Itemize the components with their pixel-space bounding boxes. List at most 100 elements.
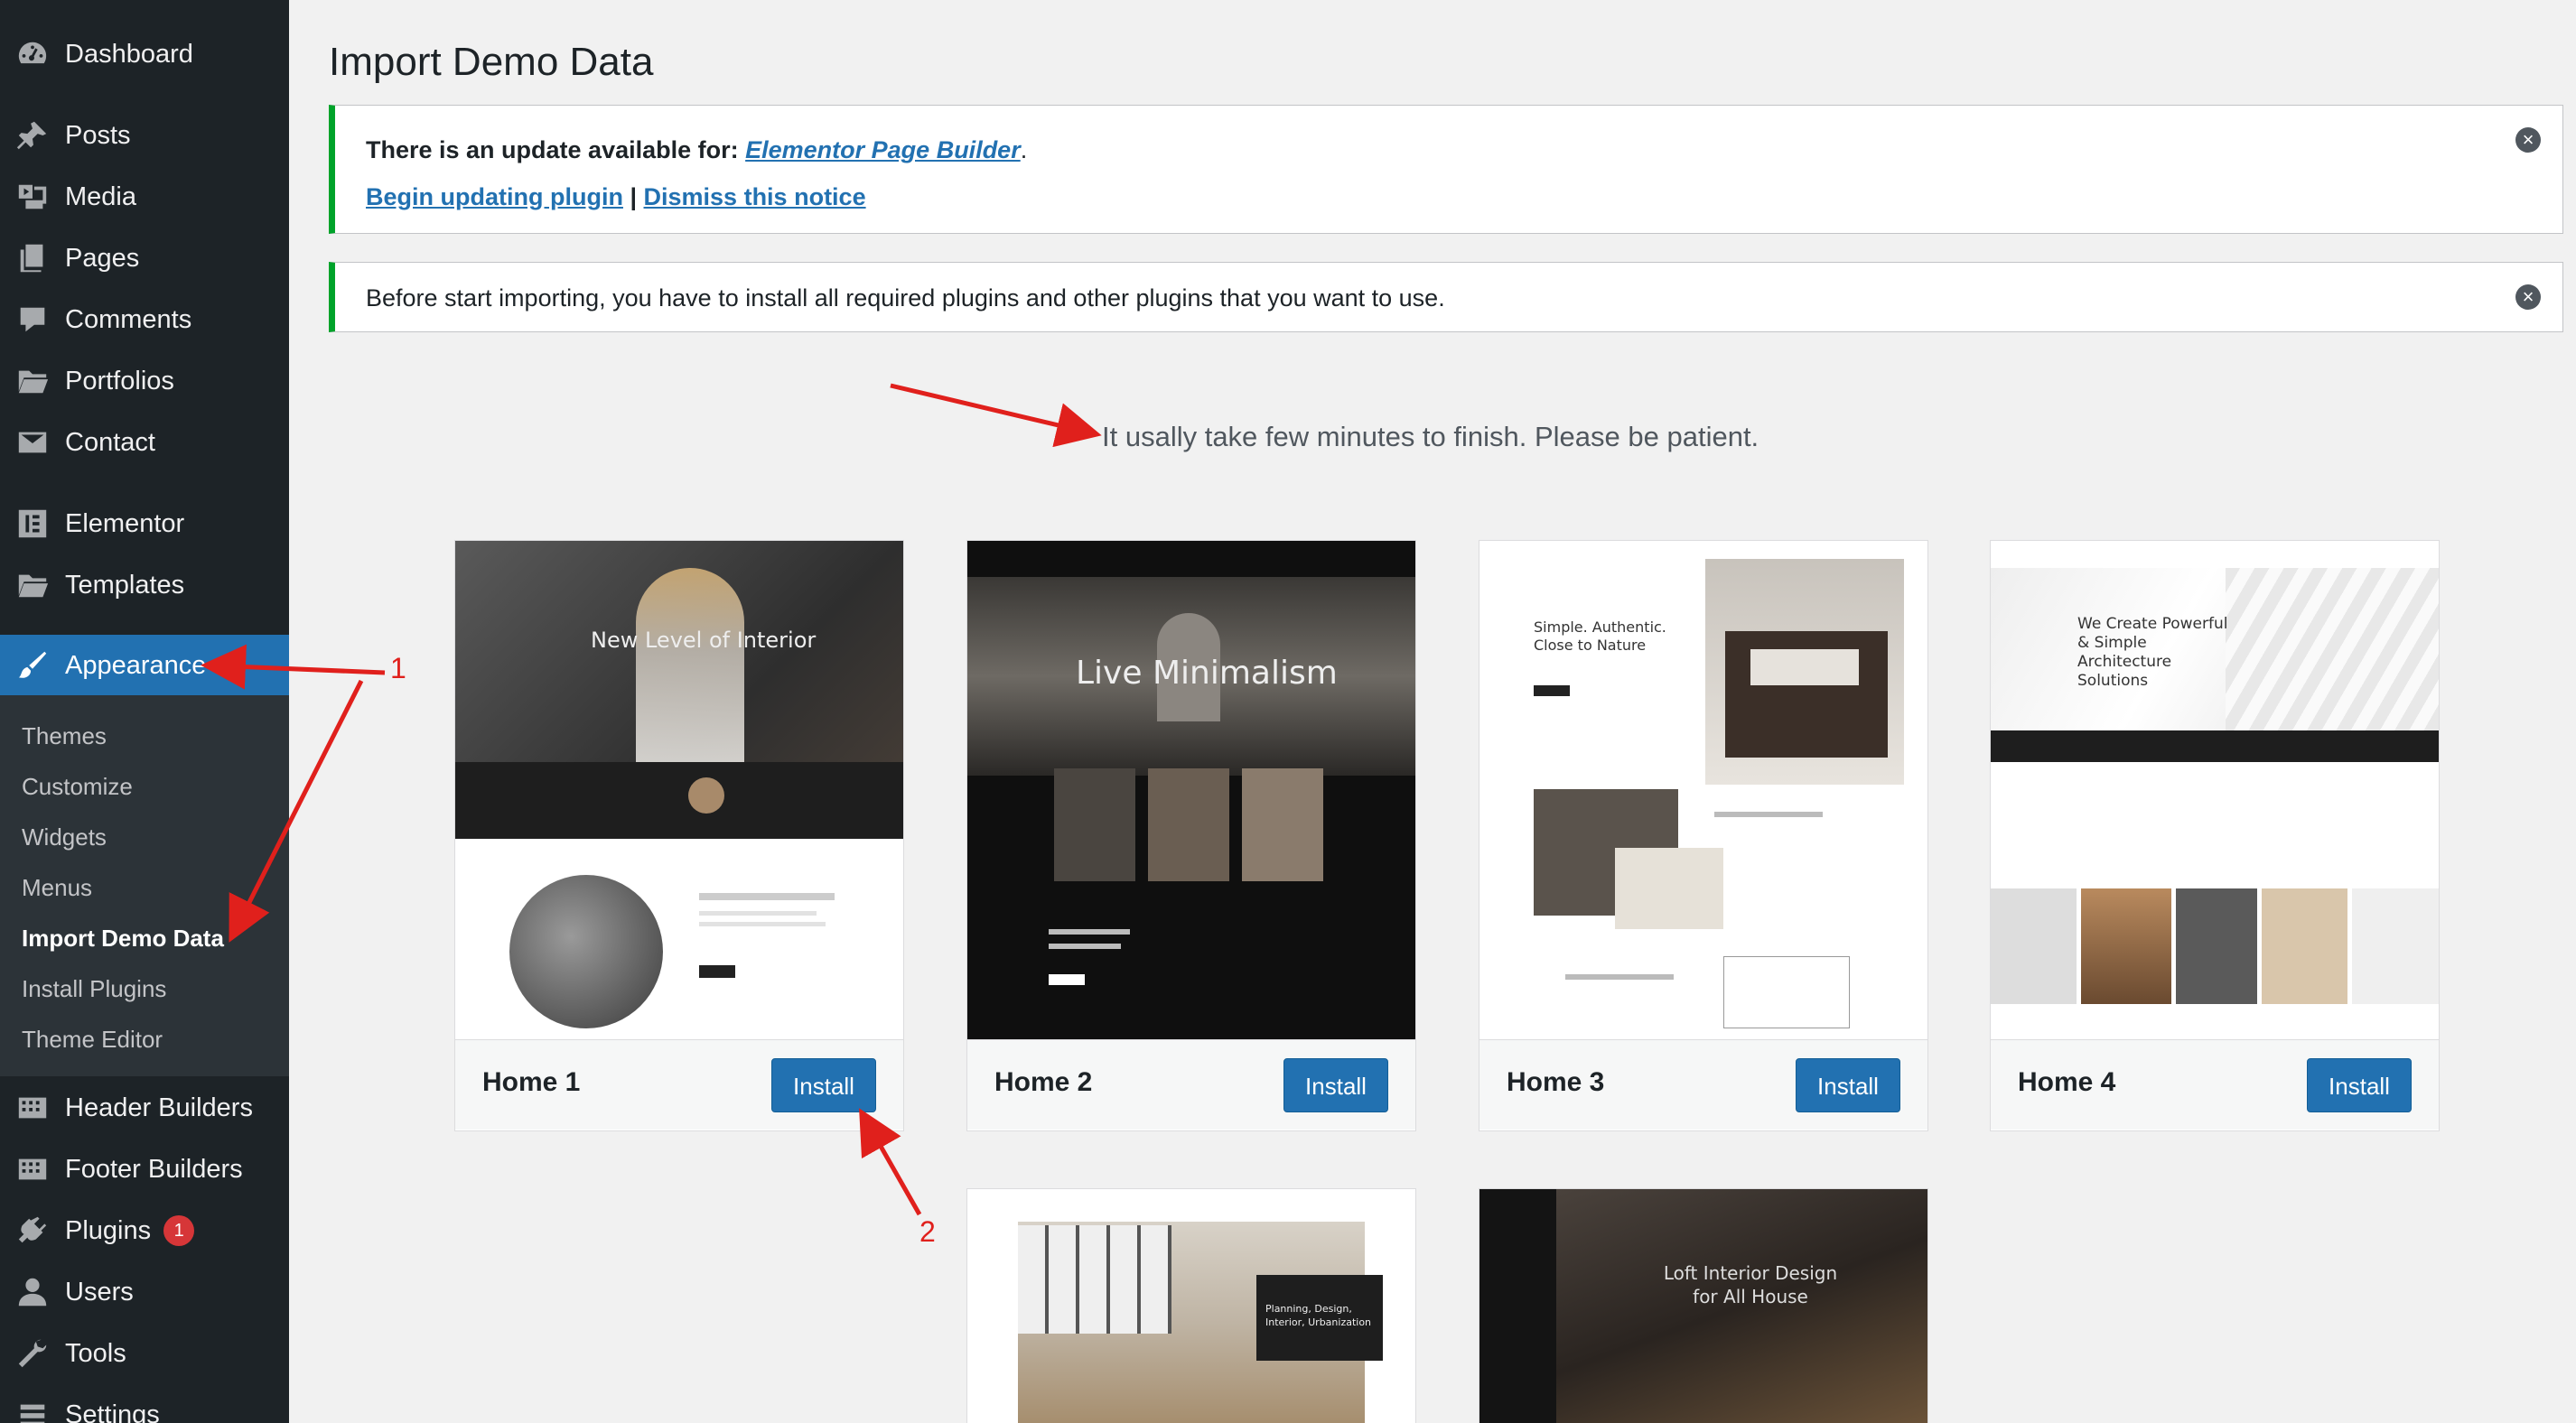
hero-text: Loft Interior Design for All House: [1663, 1262, 1838, 1307]
submenu-item-themes[interactable]: Themes: [22, 722, 107, 750]
sidebar-item-portfolios[interactable]: Portfolios: [0, 350, 289, 412]
demo-name: Home 3: [1507, 1067, 1605, 1097]
sidebar-item-media[interactable]: Media: [0, 166, 289, 228]
plugin-icon: [0, 1214, 65, 1248]
close-icon[interactable]: ×: [2515, 284, 2541, 310]
submenu-item-menus[interactable]: Menus: [22, 874, 92, 902]
sidebar-item-templates[interactable]: Templates: [0, 554, 289, 616]
demo-card-footer: Home 2 Install: [967, 1039, 1415, 1130]
grid-icon: [0, 1152, 65, 1186]
sidebar-item-dashboard[interactable]: Dashboard: [0, 23, 289, 85]
hero-text: Live Minimalism: [1076, 655, 1338, 692]
folder-icon: [0, 568, 65, 602]
update-notice-text: There is an update available for: Elemen…: [366, 136, 1027, 164]
demo-name: Home 4: [2018, 1067, 2116, 1097]
plugins-update-badge: 1: [163, 1215, 195, 1246]
user-icon: [0, 1275, 65, 1309]
grid-icon: [0, 1091, 65, 1125]
install-button[interactable]: Install: [2307, 1058, 2412, 1112]
mail-icon: [0, 425, 65, 460]
submenu-item-theme-editor[interactable]: Theme Editor: [22, 1026, 163, 1054]
demo-card-home-5: Planning, Design, Interior, Urbanization: [966, 1188, 1416, 1423]
submenu-item-install-plugins[interactable]: Install Plugins: [22, 975, 166, 1003]
demo-card-footer: Home 3 Install: [1479, 1039, 1927, 1130]
arrow-to-patience: [890, 383, 1102, 448]
demo-thumbnail[interactable]: Loft Interior Design for All House: [1479, 1189, 1927, 1423]
wrench-icon: [0, 1336, 65, 1371]
page-title: Import Demo Data: [329, 40, 654, 84]
submenu-item-widgets[interactable]: Widgets: [22, 823, 107, 851]
sidebar-item-label: Appearance: [65, 650, 207, 680]
demo-card-home-4: We Create Powerful & Simple Architecture…: [1990, 540, 2440, 1131]
sidebar-item-elementor[interactable]: Elementor: [0, 493, 289, 554]
folder-icon: [0, 364, 65, 398]
demo-thumbnail[interactable]: Planning, Design, Interior, Urbanization: [967, 1189, 1415, 1423]
plugin-update-notice: There is an update available for: Elemen…: [329, 105, 2563, 234]
demo-thumbnail[interactable]: Simple. Authentic. Close to Nature: [1479, 541, 1927, 1039]
sidebar-item-settings[interactable]: Settings: [0, 1384, 289, 1423]
sidebar-item-contact[interactable]: Contact: [0, 412, 289, 473]
notice-link-separator: |: [622, 183, 644, 210]
sidebar-item-posts[interactable]: Posts: [0, 105, 289, 166]
demo-card-footer: Home 1 Install: [455, 1039, 903, 1130]
sidebar-item-label: Templates: [65, 570, 185, 600]
pages-icon: [0, 241, 65, 275]
sidebar-item-label: Users: [65, 1277, 134, 1307]
sidebar-item-pages[interactable]: Pages: [0, 228, 289, 289]
close-icon[interactable]: ×: [2515, 127, 2541, 153]
sidebar-item-label: Dashboard: [65, 39, 193, 69]
demo-thumbnail[interactable]: We Create Powerful & Simple Architecture…: [1991, 541, 2439, 1039]
appearance-submenu: Themes Customize Widgets Menus Import De…: [0, 695, 289, 1076]
sidebar-item-label: Elementor: [65, 508, 185, 538]
admin-sidebar: Dashboard Posts Media Pages Comments Por…: [0, 0, 289, 1423]
demo-card-home-1: New Level of Interior Home 1 Install: [454, 540, 904, 1131]
hero-text: We Create Powerful & Simple Architecture…: [2077, 615, 2228, 690]
media-icon: [0, 180, 65, 214]
sidebar-item-tools[interactable]: Tools: [0, 1323, 289, 1384]
demo-name: Home 2: [994, 1067, 1093, 1097]
hero-text: Simple. Authentic. Close to Nature: [1534, 618, 1666, 654]
install-button[interactable]: Install: [771, 1058, 876, 1112]
install-button[interactable]: Install: [1796, 1058, 1900, 1112]
annotation-label-2: 2: [919, 1215, 936, 1248]
sidebar-item-comments[interactable]: Comments: [0, 289, 289, 350]
sidebar-item-label: Plugins: [65, 1215, 152, 1245]
patience-message: It usally take few minutes to finish. Pl…: [1102, 421, 1759, 452]
sidebar-item-label: Header Builders: [65, 1093, 253, 1122]
settings-icon: [0, 1398, 65, 1423]
required-plugins-text: Before start importing, you have to inst…: [366, 284, 1445, 312]
begin-updating-link[interactable]: Begin updating plugin: [366, 183, 623, 210]
demo-card-footer: Home 4 Install: [1991, 1039, 2439, 1130]
pin-icon: [0, 118, 65, 153]
demo-name: Home 1: [482, 1067, 581, 1097]
submenu-item-import-demo-data[interactable]: Import Demo Data: [22, 925, 224, 953]
elementor-icon: [0, 507, 65, 541]
sidebar-item-label: Posts: [65, 120, 131, 150]
update-notice-suffix: .: [1020, 136, 1028, 163]
elementor-plugin-link[interactable]: Elementor Page Builder: [745, 136, 1021, 163]
sidebar-item-appearance[interactable]: Appearance: [0, 635, 289, 696]
install-button[interactable]: Install: [1283, 1058, 1388, 1112]
hero-text: New Level of Interior: [591, 628, 817, 653]
demo-thumbnail[interactable]: Live Minimalism: [967, 541, 1415, 1039]
annotation-label-1: 1: [390, 652, 406, 684]
submenu-item-customize[interactable]: Customize: [22, 773, 133, 801]
sidebar-item-label: Pages: [65, 243, 140, 273]
sidebar-item-plugins[interactable]: Plugins 1: [0, 1200, 289, 1261]
sidebar-item-footer-builders[interactable]: Footer Builders: [0, 1139, 289, 1200]
sidebar-item-label: Tools: [65, 1338, 126, 1368]
demo-card-home-2: Live Minimalism Home 2 Install: [966, 540, 1416, 1131]
sidebar-item-users[interactable]: Users: [0, 1261, 289, 1323]
sidebar-item-label: Comments: [65, 304, 192, 334]
sidebar-item-label: Portfolios: [65, 366, 174, 395]
update-notice-prefix: There is an update available for:: [366, 136, 746, 163]
sidebar-item-label: Contact: [65, 427, 155, 457]
sidebar-item-label: Footer Builders: [65, 1154, 243, 1184]
hero-text: Planning, Design, Interior, Urbanization: [1265, 1303, 1372, 1328]
paintbrush-icon: [0, 648, 65, 683]
update-notice-actions: Begin updating plugin | Dismiss this not…: [366, 183, 866, 211]
dashboard-icon: [0, 37, 65, 71]
dismiss-notice-link[interactable]: Dismiss this notice: [644, 183, 866, 210]
sidebar-item-header-builders[interactable]: Header Builders: [0, 1077, 289, 1139]
demo-thumbnail[interactable]: New Level of Interior: [455, 541, 903, 1039]
